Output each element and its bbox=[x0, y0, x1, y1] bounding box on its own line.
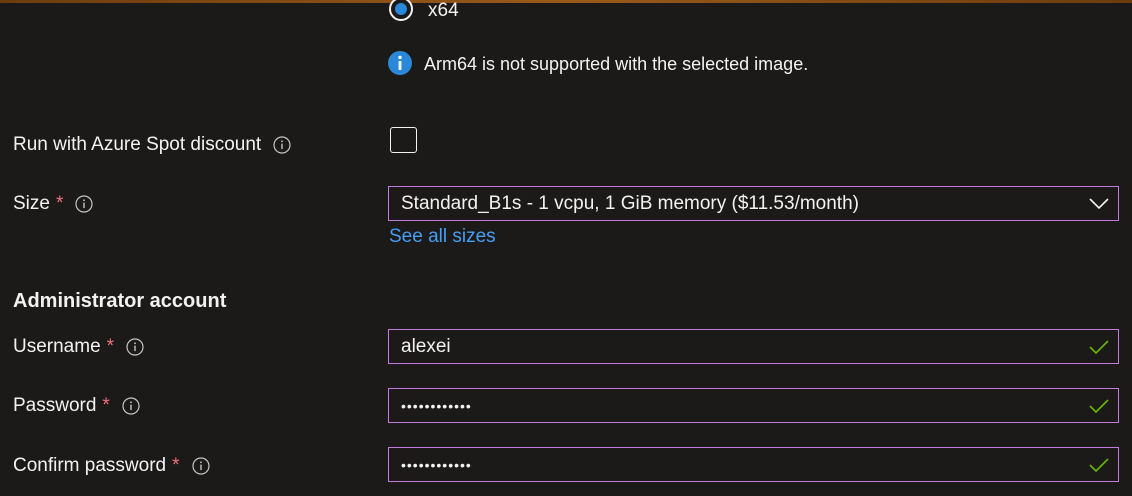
password-input[interactable]: •••••••••••• bbox=[388, 388, 1119, 423]
radio-selected-dot bbox=[395, 3, 407, 15]
required-asterisk: * bbox=[102, 395, 110, 416]
confirm-password-input[interactable]: •••••••••••• bbox=[388, 447, 1119, 482]
username-label: Username bbox=[13, 336, 101, 357]
size-label-row: Size * bbox=[13, 192, 93, 216]
info-tooltip-icon[interactable] bbox=[122, 397, 140, 415]
username-input[interactable]: alexei bbox=[388, 329, 1119, 364]
spot-discount-label-row: Run with Azure Spot discount bbox=[13, 133, 291, 157]
size-dropdown-value: Standard_B1s - 1 vcpu, 1 GiB memory ($11… bbox=[401, 192, 859, 214]
info-tooltip-icon[interactable] bbox=[191, 457, 210, 475]
username-value: alexei bbox=[401, 335, 451, 357]
top-accent-bar bbox=[0, 0, 1132, 3]
checkmark-icon bbox=[1088, 395, 1110, 417]
size-label: Size bbox=[13, 193, 50, 214]
required-asterisk: * bbox=[55, 193, 64, 214]
chevron-down-icon bbox=[1088, 193, 1110, 215]
info-circle-filled-icon bbox=[388, 51, 412, 75]
info-tooltip-icon[interactable] bbox=[75, 195, 93, 213]
confirm-password-label-row: Confirm password * bbox=[13, 454, 210, 478]
confirm-password-masked-value: •••••••••••• bbox=[401, 456, 472, 473]
checkmark-icon bbox=[1088, 336, 1110, 358]
spot-discount-label: Run with Azure Spot discount bbox=[13, 134, 262, 155]
required-asterisk: * bbox=[172, 455, 180, 476]
see-all-sizes-link[interactable]: See all sizes bbox=[389, 225, 496, 249]
info-tooltip-icon[interactable] bbox=[273, 136, 291, 154]
size-dropdown[interactable]: Standard_B1s - 1 vcpu, 1 GiB memory ($11… bbox=[388, 186, 1119, 221]
password-masked-value: •••••••••••• bbox=[401, 397, 472, 414]
info-tooltip-icon[interactable] bbox=[126, 338, 144, 356]
password-label: Password bbox=[13, 395, 97, 416]
arm64-info-message: Arm64 is not supported with the selected… bbox=[424, 54, 809, 74]
password-label-row: Password * bbox=[13, 394, 140, 418]
spot-discount-checkbox[interactable] bbox=[390, 127, 417, 153]
required-asterisk: * bbox=[106, 336, 115, 357]
username-label-row: Username * bbox=[13, 335, 144, 359]
administrator-account-heading: Administrator account bbox=[13, 290, 227, 312]
confirm-password-label: Confirm password bbox=[13, 455, 167, 476]
checkmark-icon bbox=[1088, 454, 1110, 476]
x64-radio-label: x64 bbox=[428, 0, 459, 21]
x64-radio-button[interactable] bbox=[389, 0, 413, 21]
